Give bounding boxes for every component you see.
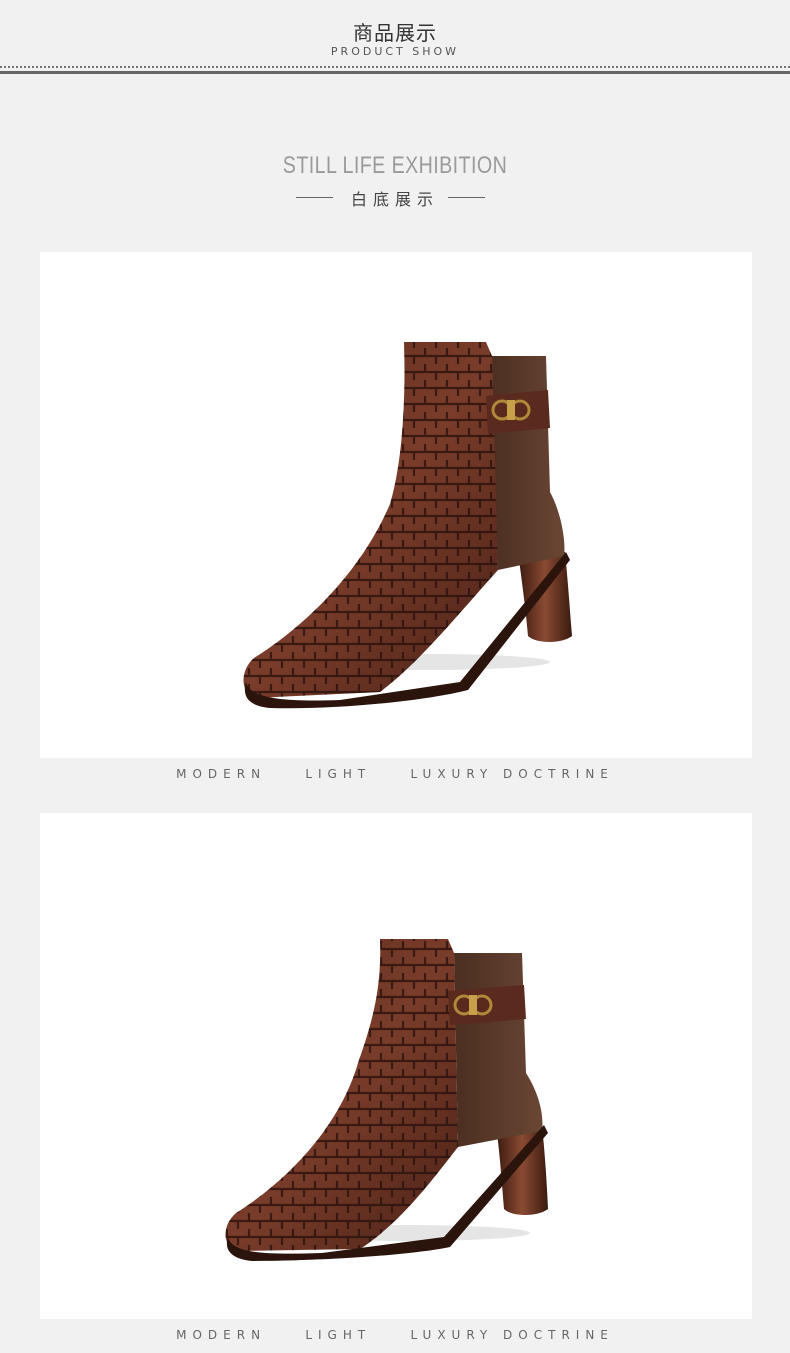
boot-strap [448, 985, 526, 1025]
product-photo-1 [40, 252, 752, 758]
header-dotted-divider [0, 66, 790, 68]
subtitle-right-line [448, 197, 485, 198]
photo-2-caption: MODERN LIGHT LUXURY DOCTRINE [176, 1328, 614, 1342]
boot-weave-texture [243, 342, 498, 698]
section-subtitle: 白底展示 [350, 190, 439, 209]
boot-suede-panel [488, 356, 565, 570]
header-title-en: PRODUCT SHOW [330, 45, 460, 58]
header-title-cn: 商品展示 [353, 21, 437, 45]
boot-image-1 [243, 342, 572, 709]
boot-suede-panel [454, 953, 543, 1147]
photo-1-caption: MODERN LIGHT LUXURY DOCTRINE [176, 767, 614, 781]
boot-weave-texture [225, 939, 458, 1251]
boot-strap [486, 390, 550, 434]
boot-image-2 [225, 939, 549, 1261]
section-title: STILL LIFE EXHIBITION [282, 152, 508, 179]
product-photo-2 [40, 813, 752, 1319]
header-rule [0, 71, 790, 74]
page-header: 商品展示 PRODUCT SHOW [0, 0, 790, 76]
